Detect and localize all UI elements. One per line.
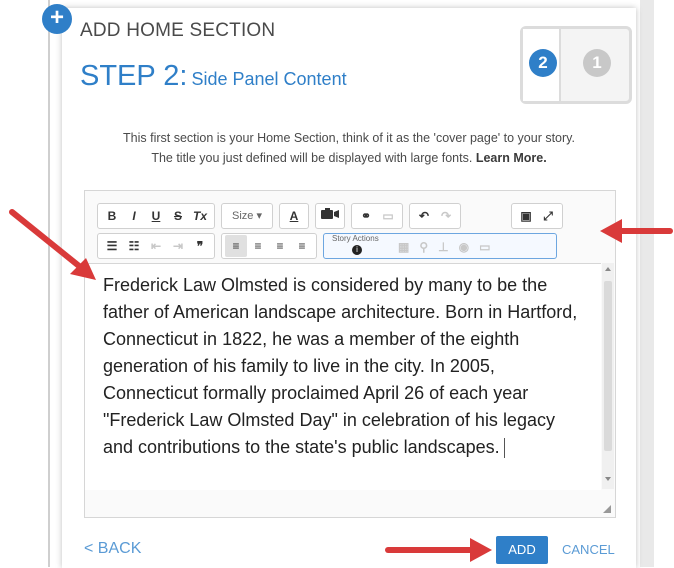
- align-right-icon[interactable]: ≡: [269, 235, 291, 257]
- pin-action-icon[interactable]: ⊥: [438, 236, 448, 258]
- indent-icon[interactable]: ⇥: [167, 235, 189, 257]
- quote-icon[interactable]: ❞: [189, 235, 211, 257]
- size-dropdown[interactable]: Size ▾: [225, 205, 269, 227]
- numbered-list-icon[interactable]: ☰: [101, 235, 123, 257]
- intro-line-1: This first section is your Home Section,…: [123, 131, 575, 145]
- step-subtitle: Side Panel Content: [191, 69, 347, 89]
- italic-button[interactable]: I: [123, 205, 145, 227]
- unlink-icon[interactable]: ▭: [377, 205, 399, 227]
- strikethrough-button[interactable]: S: [167, 205, 189, 227]
- step-indicator: 2 1: [520, 26, 632, 104]
- story-actions-group: Story Actions i ▦ ⚲ ⊥ ◉ ▭: [323, 233, 557, 259]
- step-2-badge: 2: [529, 49, 557, 77]
- clear-format-button[interactable]: Tx: [189, 205, 211, 227]
- font-color-button[interactable]: A: [283, 205, 305, 227]
- location-action-icon[interactable]: ⚲: [419, 236, 428, 258]
- editor-content-area[interactable]: Frederick Law Olmsted is considered by m…: [85, 263, 601, 490]
- story-actions-label: Story Actions: [332, 234, 379, 243]
- dialog-title: ADD HOME SECTION: [80, 20, 276, 41]
- list-group: ☰ ☷ ⇤ ⇥ ❞: [97, 233, 215, 259]
- bold-button[interactable]: B: [101, 205, 123, 227]
- source-icon[interactable]: ▣: [515, 205, 537, 227]
- editor-scrollbar[interactable]: [602, 263, 614, 489]
- intro-text: This first section is your Home Section,…: [84, 128, 614, 168]
- red-arrow-to-add-icon: [385, 538, 492, 562]
- eye-icon[interactable]: ◉: [459, 236, 469, 258]
- align-group: ≡ ≡ ≡ ≡: [221, 233, 317, 259]
- size-group: Size ▾: [221, 203, 273, 229]
- editor-text-content: Frederick Law Olmsted is considered by m…: [103, 275, 578, 457]
- media-group: [315, 203, 345, 229]
- scroll-thumb[interactable]: [604, 281, 612, 451]
- add-button[interactable]: ADD: [496, 536, 548, 564]
- resize-handle[interactable]: [603, 505, 611, 513]
- bullet-list-icon[interactable]: ☷: [123, 235, 145, 257]
- underline-button[interactable]: U: [145, 205, 167, 227]
- editor-toolbar-row-2: ☰ ☷ ⇤ ⇥ ❞ ≡ ≡ ≡ ≡ Story Actions i ▦ ⚲ ⊥ …: [97, 233, 557, 259]
- red-arrow-to-text-icon: [9, 209, 96, 280]
- undo-icon[interactable]: ↶: [413, 205, 435, 227]
- intro-line-2-text: The title you just defined will be displ…: [151, 151, 473, 165]
- cancel-button[interactable]: CANCEL: [562, 536, 615, 564]
- background-edge-right: [640, 0, 654, 567]
- editor-toolbar-row-1: B I U S Tx Size ▾ A ⚭ ▭ ↶ ↷ ▣ ⤢: [97, 203, 563, 229]
- camera-icon[interactable]: [319, 205, 341, 227]
- text-caret: [503, 438, 505, 459]
- align-left-icon[interactable]: ≡: [225, 235, 247, 257]
- link-group: ⚭ ▭: [351, 203, 403, 229]
- size-label: Size: [232, 210, 254, 222]
- link-icon[interactable]: ⚭: [355, 205, 377, 227]
- color-group: A: [279, 203, 309, 229]
- format-group: B I U S Tx: [97, 203, 215, 229]
- editor-text[interactable]: Frederick Law Olmsted is considered by m…: [103, 272, 583, 461]
- scroll-down-icon[interactable]: [605, 477, 611, 481]
- back-button[interactable]: < BACK: [84, 540, 141, 558]
- font-color-label: A: [289, 209, 299, 223]
- info-icon[interactable]: i: [352, 245, 362, 255]
- view-group: ▣ ⤢: [511, 203, 563, 229]
- outdent-icon[interactable]: ⇤: [145, 235, 167, 257]
- rich-text-editor: B I U S Tx Size ▾ A ⚭ ▭ ↶ ↷ ▣ ⤢ ☰ ☷ ⇤ ⇥ …: [84, 190, 616, 518]
- align-justify-icon[interactable]: ≡: [291, 235, 313, 257]
- plus-icon: +: [42, 4, 72, 34]
- step-heading: STEP 2: Side Panel Content: [80, 60, 347, 93]
- step-number: STEP 2:: [80, 60, 188, 92]
- scroll-up-icon[interactable]: [605, 267, 611, 271]
- red-arrow-to-toolbar-icon: [600, 219, 673, 243]
- step-1-badge[interactable]: 1: [583, 49, 611, 77]
- learn-more-link[interactable]: Learn More.: [476, 151, 547, 165]
- redo-icon[interactable]: ↷: [435, 205, 457, 227]
- intro-line-2: The title you just defined will be displ…: [84, 148, 614, 168]
- media-action-icon[interactable]: ▦: [398, 236, 409, 258]
- align-center-icon[interactable]: ≡: [247, 235, 269, 257]
- history-group: ↶ ↷: [409, 203, 461, 229]
- fullscreen-icon[interactable]: ⤢: [537, 205, 559, 227]
- story-action-icons: ▦ ⚲ ⊥ ◉ ▭: [398, 236, 490, 258]
- remove-action-icon[interactable]: ▭: [479, 236, 490, 258]
